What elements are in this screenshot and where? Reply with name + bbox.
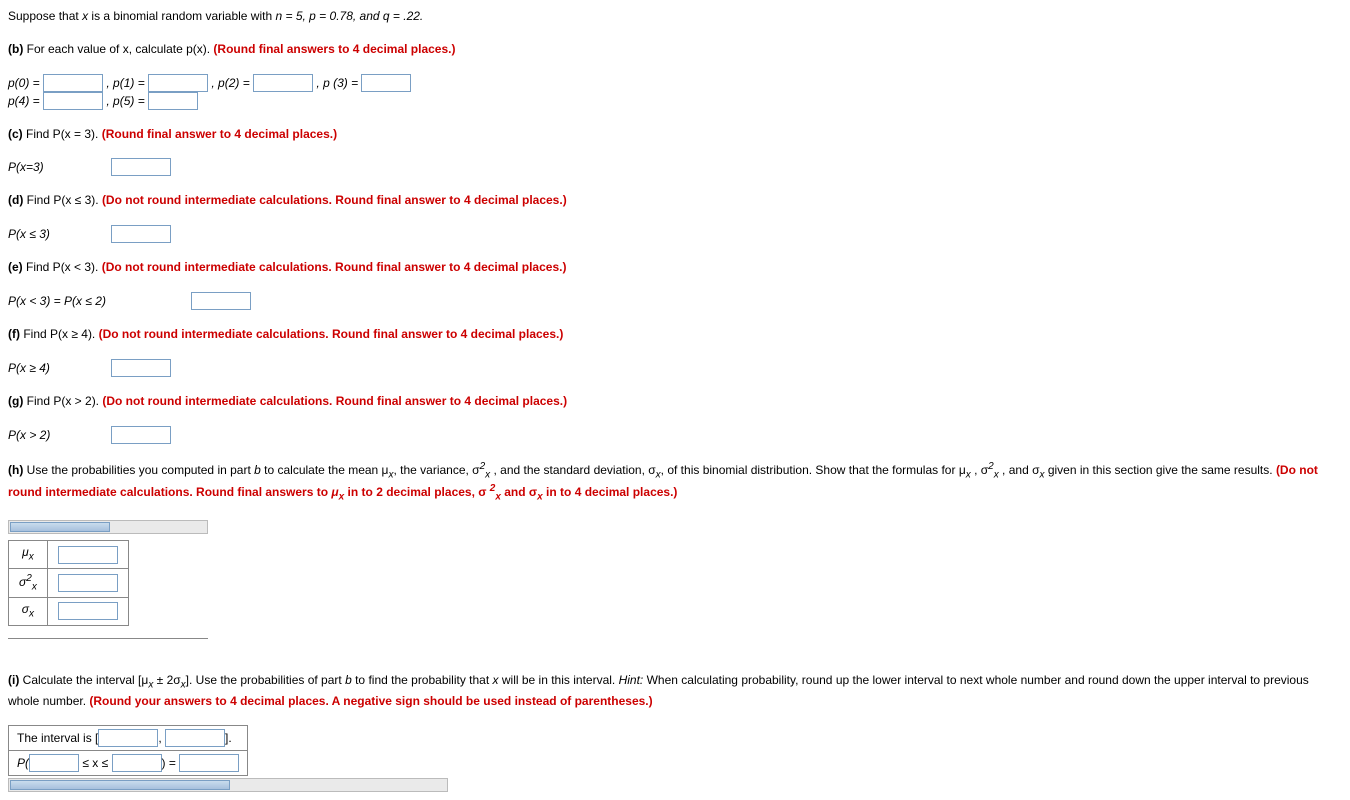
input-mu[interactable]: [58, 546, 118, 564]
input-p2[interactable]: [253, 74, 313, 92]
input-interval-low[interactable]: [98, 729, 158, 747]
horizontal-scrollbar-bottom[interactable]: [8, 778, 448, 792]
part-g-prompt: (g) Find P(x > 2). (Do not round interme…: [8, 393, 1342, 410]
interval-row: The interval is [, ].: [9, 726, 248, 751]
input-e[interactable]: [191, 292, 251, 310]
part-b-prompt: (b) For each value of x, calculate p(x).…: [8, 41, 1342, 58]
part-c-prompt: (c) Find P(x = 3). (Round final answer t…: [8, 126, 1342, 143]
input-f[interactable]: [111, 359, 171, 377]
part-e-prompt: (e) Find P(x < 3). (Do not round interme…: [8, 259, 1342, 276]
part-i-table-area: The interval is [, ]. P( ≤ x ≤ ) =: [8, 725, 1342, 792]
input-prob-low[interactable]: [29, 754, 79, 772]
mu-label: μx: [9, 541, 48, 568]
scrollbar-thumb-bottom[interactable]: [10, 780, 230, 790]
input-d[interactable]: [111, 225, 171, 243]
input-p4[interactable]: [43, 92, 103, 110]
probability-row: P( ≤ x ≤ ) =: [9, 751, 248, 776]
stats-table: μx σ2x σx: [8, 540, 129, 625]
part-g-answer: P(x > 2): [8, 426, 1342, 444]
input-variance[interactable]: [58, 574, 118, 592]
input-c[interactable]: [111, 158, 171, 176]
variance-label: σ2x: [9, 568, 48, 597]
table-bottom-border: [8, 638, 208, 639]
scrollbar-thumb[interactable]: [10, 522, 110, 532]
intro-text: Suppose that x is a binomial random vari…: [8, 8, 1342, 25]
part-b-answers: p(0) = , p(1) = , p(2) = , p (3) = p(4) …: [8, 74, 1342, 110]
input-p5[interactable]: [148, 92, 198, 110]
part-e-answer: P(x < 3) = P(x ≤ 2): [8, 292, 1342, 310]
part-d-answer: P(x ≤ 3): [8, 225, 1342, 243]
input-sigma[interactable]: [58, 602, 118, 620]
input-p1[interactable]: [148, 74, 208, 92]
part-f-answer: P(x ≥ 4): [8, 359, 1342, 377]
part-d-prompt: (d) Find P(x ≤ 3). (Do not round interme…: [8, 192, 1342, 209]
part-c-answer: P(x=3): [8, 158, 1342, 176]
part-f-prompt: (f) Find P(x ≥ 4). (Do not round interme…: [8, 326, 1342, 343]
input-interval-high[interactable]: [165, 729, 225, 747]
part-h-prompt: (h) Use the probabilities you computed i…: [8, 460, 1342, 505]
input-p3[interactable]: [361, 74, 411, 92]
part-i-prompt: (i) Calculate the interval [μx ± 2σx]. U…: [8, 672, 1342, 709]
input-prob-high[interactable]: [112, 754, 162, 772]
sigma-label: σx: [9, 598, 48, 625]
input-p0[interactable]: [43, 74, 103, 92]
interval-table: The interval is [, ]. P( ≤ x ≤ ) =: [8, 725, 248, 776]
input-prob-result[interactable]: [179, 754, 239, 772]
part-h-table-area: μx σ2x σx: [8, 520, 1342, 638]
horizontal-scrollbar[interactable]: [8, 520, 208, 534]
input-g[interactable]: [111, 426, 171, 444]
